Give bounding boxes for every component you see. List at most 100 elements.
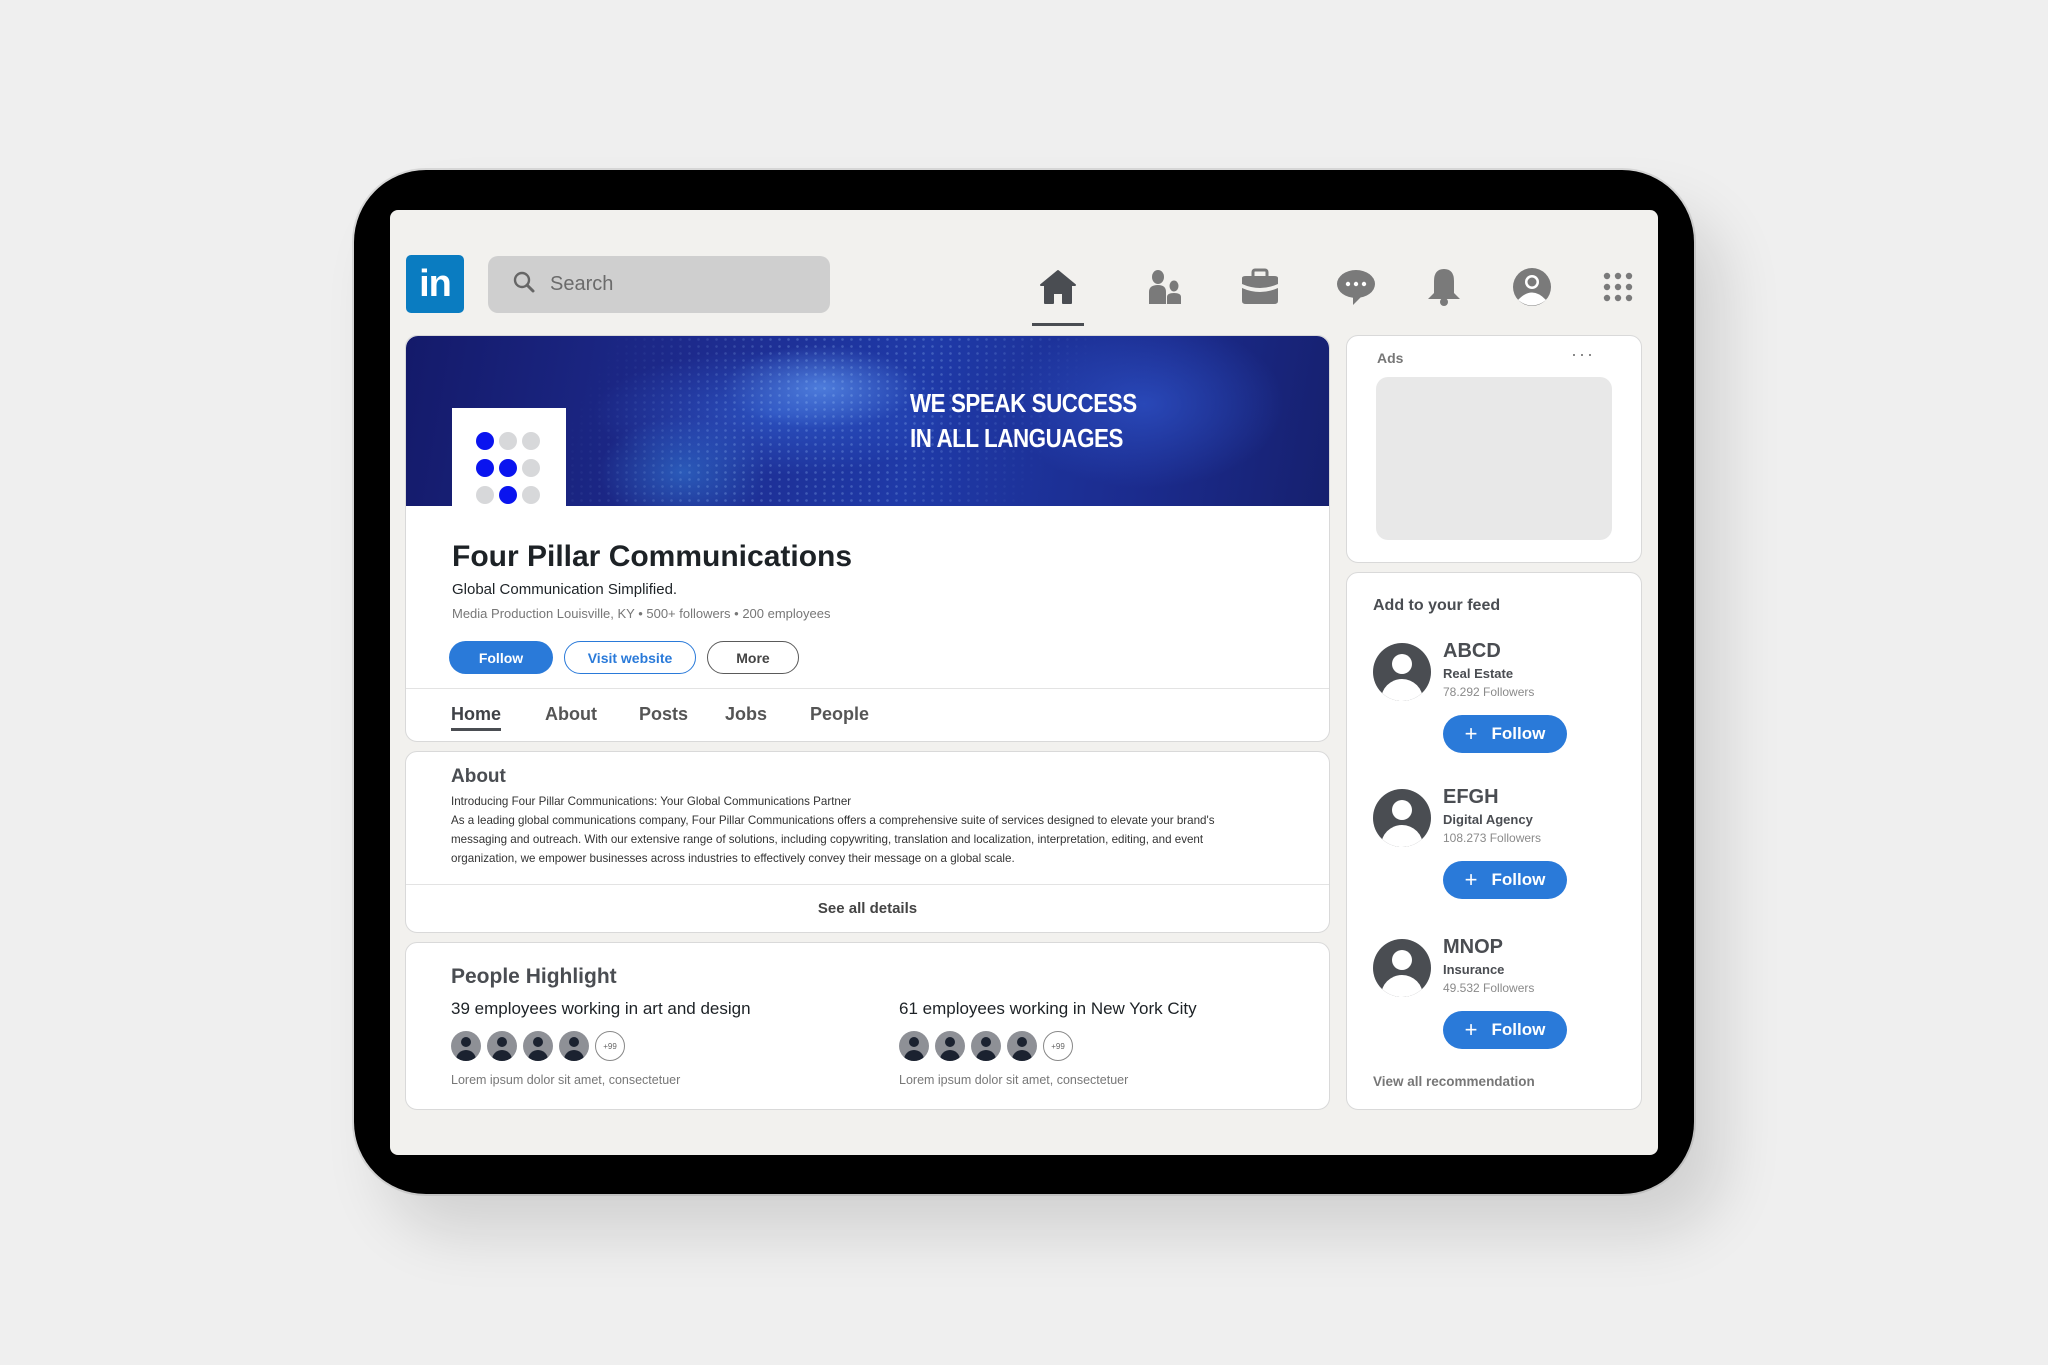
nav-profile[interactable] bbox=[1504, 260, 1560, 318]
company-avatar-icon[interactable] bbox=[1373, 939, 1431, 997]
avatar[interactable] bbox=[451, 1031, 481, 1061]
plus-icon: + bbox=[1464, 1017, 1478, 1042]
logo-dot bbox=[522, 459, 540, 477]
people-highlight-title: People Highlight bbox=[451, 965, 617, 988]
follow-label: Follow bbox=[1491, 1020, 1546, 1039]
follow-button[interactable]: + Follow bbox=[1443, 861, 1567, 899]
follow-button[interactable]: + Follow bbox=[1443, 1011, 1567, 1049]
more-options-icon[interactable]: ··· bbox=[1571, 344, 1595, 365]
people-group-heading: 61 employees working in New York City bbox=[899, 999, 1197, 1018]
follow-button[interactable]: Follow bbox=[449, 641, 553, 674]
nav-home[interactable] bbox=[1030, 260, 1086, 326]
nav-jobs[interactable] bbox=[1232, 260, 1288, 318]
nav-notifications[interactable] bbox=[1416, 260, 1472, 318]
rec-name[interactable]: MNOP bbox=[1443, 936, 1503, 959]
banner-line-1: WE SPEAK SUCCESS bbox=[910, 388, 1137, 418]
people-group-subtext: Lorem ipsum dolor sit amet, consectetuer bbox=[899, 1073, 1129, 1087]
bell-icon bbox=[1426, 267, 1462, 312]
plus-icon: + bbox=[1464, 867, 1478, 892]
follow-button[interactable]: + Follow bbox=[1443, 715, 1567, 753]
company-name: Four Pillar Communications bbox=[452, 540, 853, 573]
briefcase-icon bbox=[1240, 268, 1280, 311]
avatar[interactable] bbox=[487, 1031, 517, 1061]
home-icon bbox=[1039, 269, 1077, 310]
avatar-stack: +99 bbox=[451, 1031, 751, 1061]
people-group-subtext: Lorem ipsum dolor sit amet, consectetuer bbox=[451, 1073, 681, 1087]
nav-apps[interactable] bbox=[1590, 260, 1646, 318]
about-text: Introducing Four Pillar Communications: … bbox=[451, 792, 1271, 868]
company-meta: Media Production Louisville, KY • 500+ f… bbox=[452, 606, 831, 621]
more-count-badge[interactable]: +99 bbox=[595, 1031, 625, 1061]
tabs-divider bbox=[406, 688, 1329, 689]
logo-dot bbox=[476, 432, 494, 450]
recommendation-item: MNOP Insurance 49.532 Followers + Follow bbox=[1373, 936, 1613, 1069]
people-group[interactable]: 61 employees working in New York City +9… bbox=[899, 999, 1197, 1087]
ads-label: Ads bbox=[1377, 350, 1404, 366]
rec-name[interactable]: EFGH bbox=[1443, 786, 1499, 809]
tab-people[interactable]: People bbox=[810, 704, 869, 725]
logo-dot bbox=[499, 432, 517, 450]
company-header-card: WE SPEAK SUCCESS IN ALL LANGUAGES Four P… bbox=[405, 335, 1330, 742]
avatar[interactable] bbox=[523, 1031, 553, 1061]
search-bar[interactable] bbox=[488, 256, 830, 313]
rec-name[interactable]: ABCD bbox=[1443, 640, 1501, 663]
avatar-stack: +99 bbox=[899, 1031, 1197, 1061]
plus-icon: + bbox=[1464, 721, 1478, 746]
people-icon bbox=[1145, 268, 1183, 311]
nav-messaging[interactable] bbox=[1328, 260, 1384, 318]
logo-dot bbox=[499, 459, 517, 477]
add-to-feed-card: Add to your feed ABCD Real Estate 78.292… bbox=[1346, 572, 1642, 1110]
banner-slogan: WE SPEAK SUCCESS IN ALL LANGUAGES bbox=[910, 386, 1137, 456]
company-avatar-icon[interactable] bbox=[1373, 789, 1431, 847]
ad-placeholder[interactable] bbox=[1376, 377, 1612, 540]
company-tagline: Global Communication Simplified. bbox=[452, 581, 678, 598]
avatar[interactable] bbox=[935, 1031, 965, 1061]
follow-label: Follow bbox=[1491, 870, 1546, 889]
avatar[interactable] bbox=[1007, 1031, 1037, 1061]
about-card: About Introducing Four Pillar Communicat… bbox=[405, 751, 1330, 933]
screen: in Search WE SPEAK SUCCESS IN ALL LANGUA… bbox=[390, 210, 1658, 1155]
search-input[interactable] bbox=[550, 273, 810, 296]
about-body: As a leading global communications compa… bbox=[451, 814, 1215, 865]
avatar[interactable] bbox=[971, 1031, 1001, 1061]
tab-jobs[interactable]: Jobs bbox=[725, 704, 767, 725]
logo-dot bbox=[522, 432, 540, 450]
user-avatar-icon bbox=[1512, 267, 1552, 312]
search-icon bbox=[512, 270, 536, 299]
rec-followers: 108.273 Followers bbox=[1443, 831, 1542, 845]
grid-dots-icon bbox=[1602, 271, 1634, 308]
recommendation-item: ABCD Real Estate 78.292 Followers + Foll… bbox=[1373, 640, 1613, 773]
logo-dot bbox=[499, 486, 517, 504]
more-count-badge[interactable]: +99 bbox=[1043, 1031, 1073, 1061]
rec-category: Insurance bbox=[1443, 962, 1505, 977]
tab-home[interactable]: Home bbox=[451, 704, 502, 731]
rec-followers: 78.292 Followers bbox=[1443, 685, 1535, 699]
linkedin-logo[interactable]: in bbox=[406, 255, 464, 313]
tab-about[interactable]: About bbox=[545, 704, 597, 725]
rec-category: Digital Agency bbox=[1443, 812, 1533, 827]
people-highlight-card: People Highlight 39 employees working in… bbox=[405, 942, 1330, 1110]
recommendation-item: EFGH Digital Agency 108.273 Followers + … bbox=[1373, 786, 1613, 919]
about-title: About bbox=[451, 766, 506, 787]
company-avatar-icon[interactable] bbox=[1373, 643, 1431, 701]
visit-website-button[interactable]: Visit website bbox=[564, 641, 696, 674]
see-all-details-link[interactable]: See all details bbox=[406, 884, 1329, 932]
view-all-recommendation-link[interactable]: View all recommendation bbox=[1373, 1074, 1535, 1089]
rec-followers: 49.532 Followers bbox=[1443, 981, 1535, 995]
logo-dot bbox=[522, 486, 540, 504]
avatar[interactable] bbox=[559, 1031, 589, 1061]
rec-category: Real Estate bbox=[1443, 666, 1514, 681]
more-button[interactable]: More bbox=[707, 641, 799, 674]
about-intro: Introducing Four Pillar Communications: … bbox=[451, 795, 852, 808]
nav-my-network[interactable] bbox=[1136, 260, 1192, 318]
tab-posts[interactable]: Posts bbox=[639, 704, 688, 725]
ads-card: Ads ··· bbox=[1346, 335, 1642, 563]
people-group-heading: 39 employees working in art and design bbox=[451, 999, 751, 1018]
people-group[interactable]: 39 employees working in art and design +… bbox=[451, 999, 751, 1087]
chat-bubble-icon bbox=[1335, 268, 1377, 311]
company-logo[interactable] bbox=[452, 408, 566, 508]
tablet-frame: in Search WE SPEAK SUCCESS IN ALL LANGUA… bbox=[354, 170, 1694, 1194]
banner-line-2: IN ALL LANGUAGES bbox=[910, 423, 1123, 453]
avatar[interactable] bbox=[899, 1031, 929, 1061]
logo-dot bbox=[476, 459, 494, 477]
